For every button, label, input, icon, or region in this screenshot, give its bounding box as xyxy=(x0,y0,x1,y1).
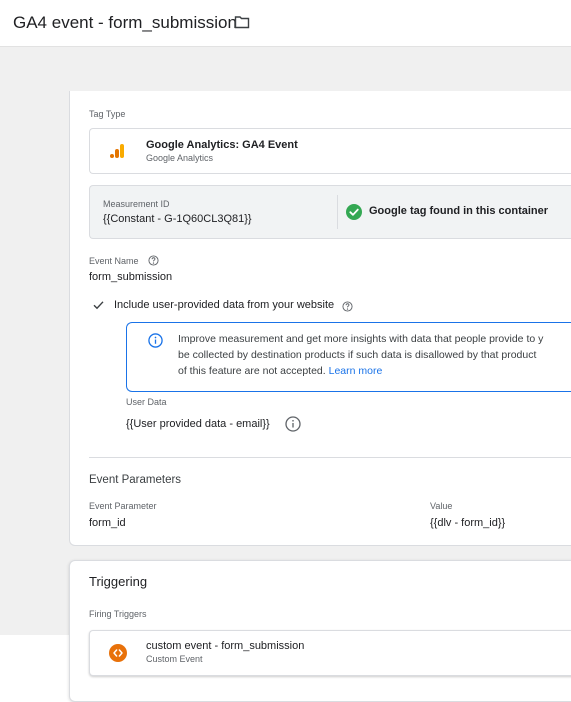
google-analytics-icon xyxy=(110,144,124,158)
info-text-line2: be collected by destination products if … xyxy=(178,349,537,361)
measurement-divider xyxy=(337,195,338,229)
triggering-card[interactable]: Triggering Firing Triggers custom event … xyxy=(69,560,571,702)
triggering-title: Triggering xyxy=(89,574,148,589)
event-name-value[interactable]: form_submission xyxy=(89,271,172,283)
measurement-id-value[interactable]: {{Constant - G-1Q60CL3Q81}} xyxy=(103,213,252,225)
learn-more-link[interactable]: Learn more xyxy=(329,365,383,377)
value-column-header: Value xyxy=(430,501,453,511)
content-area: Tag Type Google Analytics: GA4 Event Goo… xyxy=(0,47,571,702)
tag-type-name: Google Analytics: GA4 Event xyxy=(146,139,298,151)
info-text-line3: of this feature are not accepted. Learn … xyxy=(178,365,383,377)
event-parameter-name[interactable]: form_id xyxy=(89,517,126,529)
firing-triggers-label: Firing Triggers xyxy=(89,609,147,619)
page-title[interactable]: GA4 event - form_submission xyxy=(13,13,237,33)
event-name-label: Event Name xyxy=(89,256,139,266)
checkmark-icon[interactable] xyxy=(93,300,104,310)
measurement-id-box: Measurement ID {{Constant - G-1Q60CL3Q81… xyxy=(89,185,571,239)
event-parameters-title: Event Parameters xyxy=(89,474,182,486)
custom-event-icon xyxy=(109,644,127,662)
measurement-id-label: Measurement ID xyxy=(103,199,170,209)
include-user-data-label[interactable]: Include user-provided data from your web… xyxy=(114,299,334,311)
trigger-type: Custom Event xyxy=(146,654,203,664)
tag-type-sub: Google Analytics xyxy=(146,153,214,163)
help-icon[interactable] xyxy=(342,301,353,312)
event-parameter-value[interactable]: {{dlv - form_id}} xyxy=(430,517,505,529)
event-parameter-column-header: Event Parameter xyxy=(89,501,157,511)
folder-icon[interactable] xyxy=(234,15,250,29)
info-banner: Improve measurement and get more insight… xyxy=(126,322,571,392)
tag-type-label: Tag Type xyxy=(89,109,126,119)
check-circle-icon xyxy=(346,204,362,220)
trigger-item[interactable]: custom event - form_submission Custom Ev… xyxy=(89,630,571,676)
google-tag-found-text: Google tag found in this container xyxy=(369,205,549,217)
trigger-name: custom event - form_submission xyxy=(146,640,305,652)
info-icon[interactable] xyxy=(285,416,301,432)
help-icon[interactable] xyxy=(148,255,159,266)
page-header: GA4 event - form_submission xyxy=(0,0,571,47)
tag-configuration-card[interactable]: Tag Type Google Analytics: GA4 Event Goo… xyxy=(69,91,571,546)
user-data-label: User Data xyxy=(126,397,167,407)
info-icon xyxy=(148,333,163,348)
user-data-value[interactable]: {{User provided data - email}} xyxy=(126,418,270,430)
info-text-line1: Improve measurement and get more insight… xyxy=(178,333,544,345)
section-divider xyxy=(89,457,571,458)
tag-type-selector[interactable]: Google Analytics: GA4 Event Google Analy… xyxy=(89,128,571,174)
